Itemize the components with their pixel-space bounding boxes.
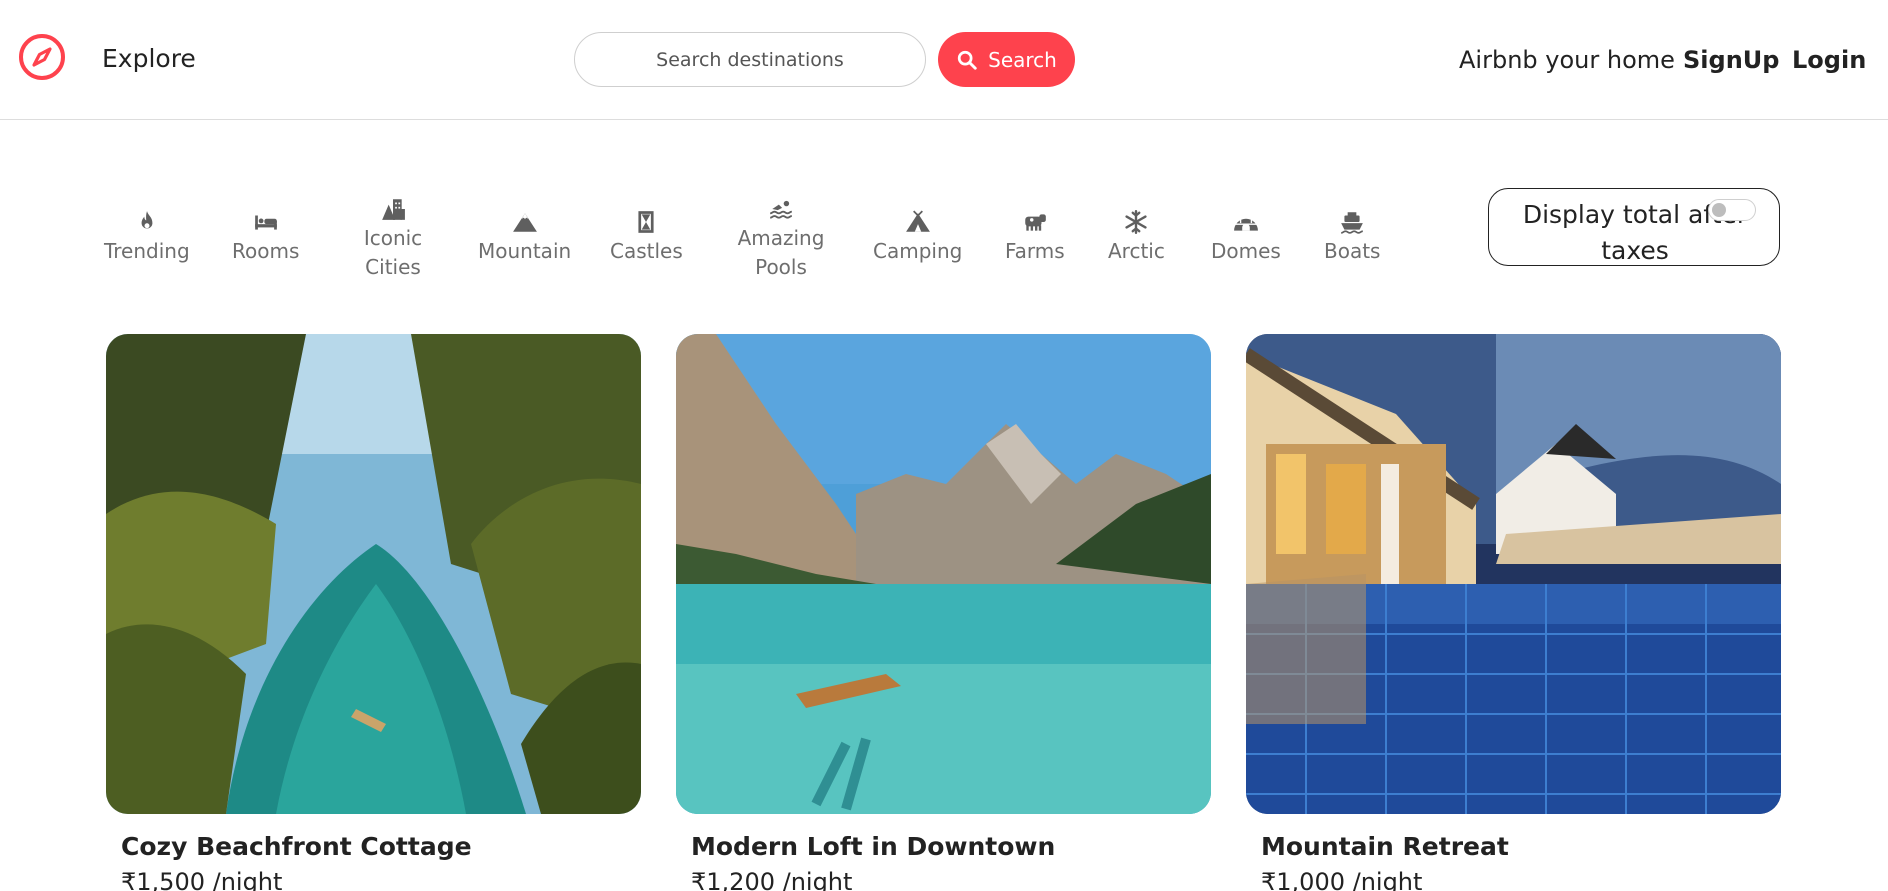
tax-toggle-switch[interactable]: [1708, 199, 1756, 221]
toggle-knob: [1712, 203, 1726, 217]
filter-camping[interactable]: Camping: [873, 209, 962, 266]
listing-image-pool-resort[interactable]: [1246, 334, 1781, 814]
filter-label: Amazing Pools: [737, 226, 825, 279]
filter-amazing-pools[interactable]: Amazing Pools: [736, 196, 826, 282]
filter-label: Trending: [104, 239, 190, 263]
listing-card[interactable]: Cozy Beachfront Cottage ₹1,500 /night: [106, 334, 641, 891]
tent-icon: [905, 210, 930, 232]
filter-arctic[interactable]: Arctic: [1108, 209, 1165, 266]
listing-price: ₹1,500 /night: [121, 868, 283, 891]
airbnb-your-home-link[interactable]: Airbnb your home: [1459, 46, 1675, 74]
filter-domes[interactable]: Domes: [1211, 209, 1281, 266]
fire-icon: [141, 211, 153, 229]
listing-image-tropical-river[interactable]: [106, 334, 641, 814]
listing-title: Modern Loft in Downtown: [691, 832, 1056, 861]
search-button-label: Search: [988, 47, 1057, 72]
igloo-icon: [1234, 217, 1258, 231]
listing-price: ₹1,200 /night: [691, 868, 853, 891]
filter-label: Farms: [1005, 239, 1065, 263]
swimmer-icon: [770, 200, 792, 219]
filter-farms[interactable]: Farms: [1005, 209, 1065, 266]
listing-price: ₹1,000 /night: [1261, 868, 1423, 891]
listing-card[interactable]: Modern Loft in Downtown ₹1,200 /night: [676, 334, 1211, 891]
bed-icon: [254, 215, 277, 230]
city-icon: [382, 199, 405, 220]
search-button[interactable]: Search: [938, 32, 1075, 87]
search-icon: [957, 50, 977, 70]
mountain-icon: [512, 213, 537, 232]
castle-icon: [638, 211, 654, 233]
search-input[interactable]: [574, 32, 926, 87]
filter-trending[interactable]: Trending: [104, 209, 190, 266]
filter-label: Iconic Cities: [363, 226, 423, 279]
filter-iconic-cities[interactable]: Iconic Cities: [358, 196, 428, 282]
filter-label: Camping: [873, 239, 963, 263]
listing-title: Cozy Beachfront Cottage: [121, 832, 472, 861]
listing-image-mountain-lake[interactable]: [676, 334, 1211, 814]
filter-rooms[interactable]: Rooms: [232, 209, 299, 266]
filter-label: Castles: [610, 239, 683, 263]
filter-mountain[interactable]: Mountain: [478, 209, 571, 266]
tax-toggle-box[interactable]: Display total after taxes: [1488, 188, 1780, 266]
explore-link[interactable]: Explore: [102, 44, 196, 73]
cow-icon: [1025, 214, 1046, 231]
filter-label: Rooms: [232, 239, 300, 263]
signup-link[interactable]: SignUp: [1683, 46, 1779, 74]
filter-castles[interactable]: Castles: [610, 209, 683, 266]
compass-logo-icon[interactable]: [17, 32, 67, 82]
navbar: Explore Search Airbnb your home SignUp L…: [0, 0, 1888, 120]
login-link[interactable]: Login: [1792, 46, 1866, 74]
listing-card[interactable]: Mountain Retreat ₹1,000 /night: [1246, 334, 1781, 891]
filter-boats[interactable]: Boats: [1324, 209, 1380, 266]
filter-label: Mountain: [478, 239, 572, 263]
filter-label: Arctic: [1108, 239, 1165, 263]
snowflake-icon: [1125, 209, 1148, 235]
ship-icon: [1341, 212, 1364, 234]
listing-title: Mountain Retreat: [1261, 832, 1509, 861]
filter-label: Domes: [1211, 239, 1281, 263]
filter-label: Boats: [1324, 239, 1381, 263]
